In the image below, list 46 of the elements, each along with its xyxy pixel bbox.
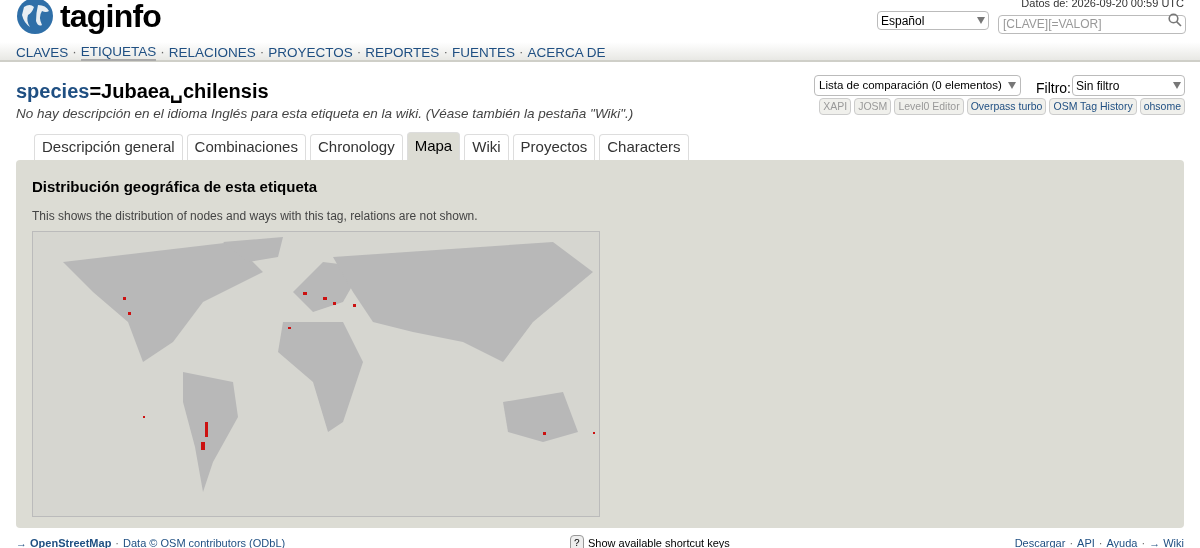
- filter-dropdown[interactable]: Sin filtro: [1072, 75, 1185, 96]
- search-icon[interactable]: [1168, 13, 1182, 27]
- tool-button[interactable]: ohsome: [1139, 98, 1185, 115]
- nav-link[interactable]: ACERCA DE: [527, 44, 606, 60]
- tab[interactable]: Chronology: [309, 134, 403, 160]
- nav-link[interactable]: FUENTES: [451, 44, 515, 60]
- tab[interactable]: Mapa: [406, 132, 461, 160]
- tab[interactable]: Wiki: [464, 134, 509, 160]
- comparison-dropdown[interactable]: Lista de comparación (0 elementos): [814, 75, 1021, 96]
- search-field[interactable]: [CLAVE][=VALOR]: [998, 14, 1186, 34]
- tab[interactable]: Characters: [599, 134, 689, 160]
- site-logo[interactable]: taginfo: [60, 0, 162, 40]
- caret-icon: [1173, 82, 1181, 89]
- separator-dot: ·: [71, 43, 78, 61]
- separator-dot: ·: [258, 43, 266, 61]
- caret-icon: [977, 17, 985, 24]
- nav-link[interactable]: RELACIONES: [168, 44, 256, 60]
- key-cap: ?: [570, 534, 584, 548]
- separator-dot: ·: [355, 43, 363, 61]
- panel-heading: Distribución geográfica de esta etiqueta: [32, 177, 319, 197]
- description-text: No hay descripción en el idioma Inglés para esta etiqueta en la wiki. (Véase también la pestaña "Wiki".): [16, 105, 634, 123]
- footer-link[interactable]: → Wiki: [1149, 534, 1184, 548]
- tab[interactable]: Proyectos: [512, 134, 596, 160]
- separator-dot: ·: [1141, 535, 1146, 548]
- language-dropdown[interactable]: Español: [877, 11, 989, 30]
- globe-icon: [16, 0, 54, 35]
- separator-dot: ·: [442, 43, 449, 61]
- separator-dot: ·: [1098, 535, 1103, 548]
- page-title: species=Jubaea␣chilensis: [16, 79, 269, 105]
- tool-button[interactable]: OSM Tag History: [1049, 98, 1137, 115]
- separator-dot: ·: [517, 43, 525, 61]
- nav-link[interactable]: PROYECTOS: [268, 44, 353, 60]
- tool-button[interactable]: Overpass turbo: [966, 98, 1047, 115]
- data-date: Datos de: 2026-09-20 00:59 UTC: [1021, 0, 1184, 11]
- filter-label: Filtro:: [1036, 79, 1071, 98]
- nav-link[interactable]: REPORTES: [365, 44, 440, 60]
- nav-link[interactable]: ETIQUETAS: [80, 43, 157, 61]
- caret-icon: [1008, 82, 1016, 89]
- footer-link[interactable]: API: [1077, 534, 1095, 548]
- separator-dot: ·: [115, 535, 120, 548]
- tab[interactable]: Descripción general: [34, 134, 183, 160]
- nav-link[interactable]: CLAVES: [16, 44, 69, 60]
- tab[interactable]: Combinaciones: [186, 134, 306, 160]
- separator-dot: ·: [1069, 535, 1074, 548]
- separator-dot: ·: [159, 43, 166, 61]
- panel-text: This shows the distribution of nodes and ways with this tag, relations are not shown.: [32, 207, 479, 225]
